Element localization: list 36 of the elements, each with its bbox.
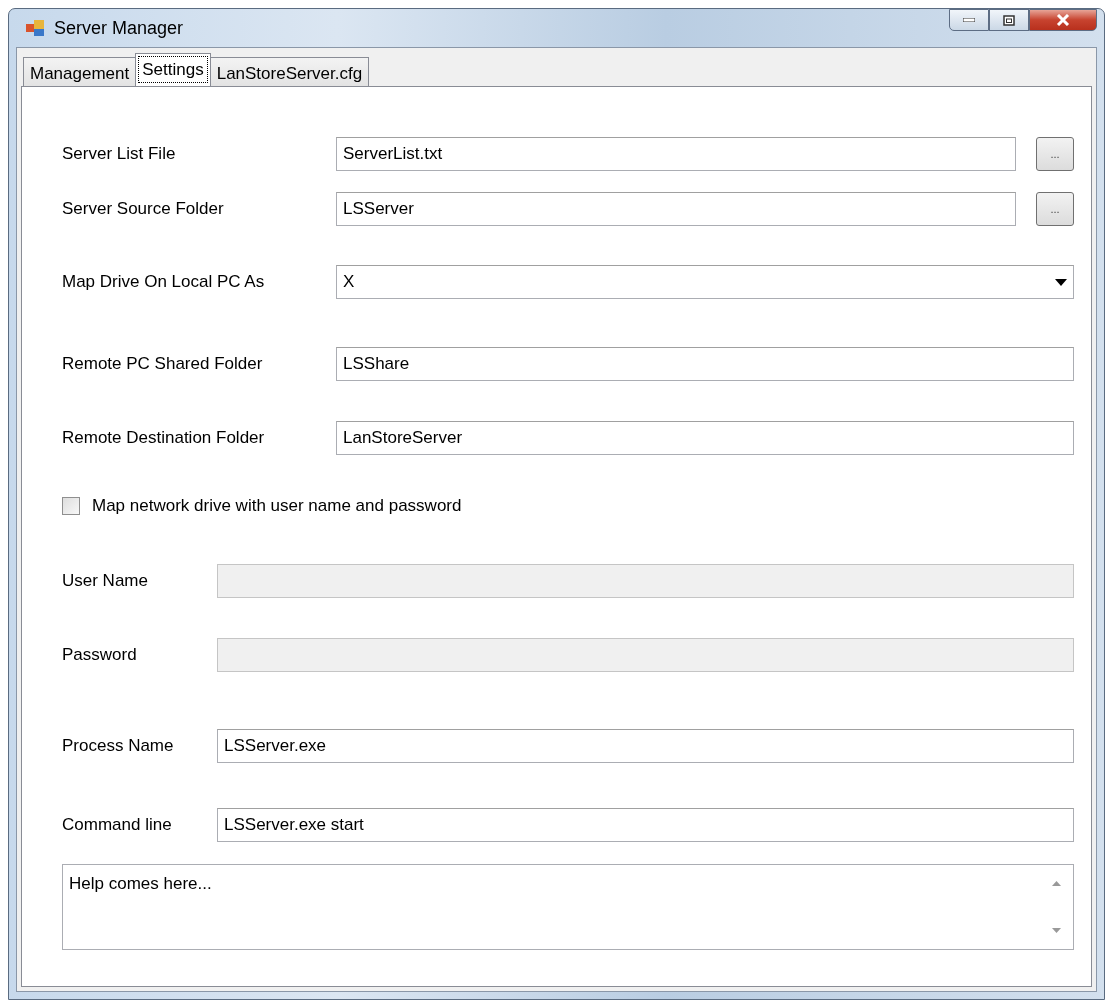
browse-button[interactable]: ... [1036, 137, 1074, 171]
close-icon [1056, 14, 1070, 26]
text-field[interactable]: ServerList.txt [336, 137, 1016, 171]
drive-dropdown[interactable]: X [336, 265, 1074, 299]
field-label: Process Name [62, 735, 175, 758]
minimize-button[interactable] [949, 9, 989, 31]
dropdown-arrow-icon [1055, 278, 1067, 286]
browse-button[interactable]: ... [1036, 192, 1074, 226]
field-label: Map Drive On Local PC As [62, 271, 266, 294]
field-label: Command line [62, 814, 173, 837]
field-label: Remote Destination Folder [62, 427, 266, 450]
checkbox-label[interactable]: Map network drive with user name and password [92, 493, 462, 519]
window-title: Server Manager [54, 16, 184, 40]
tab[interactable]: Management [23, 57, 137, 86]
field-label: Password [62, 644, 138, 667]
checkbox[interactable] [62, 497, 80, 515]
help-text-area[interactable]: Help comes here... [62, 864, 1074, 950]
maximize-icon [1003, 14, 1015, 26]
help-text: Help comes here... [69, 873, 213, 895]
field-label: Remote PC Shared Folder [62, 353, 264, 376]
text-field[interactable]: LanStoreServer [336, 421, 1074, 455]
field-label: User Name [62, 570, 149, 593]
tab[interactable]: LanStoreServer.cfg [209, 57, 370, 86]
field-label: Server Source Folder [62, 198, 225, 221]
field-label: Server List File [62, 143, 177, 166]
text-field[interactable]: LSServer.exe start [217, 808, 1074, 842]
text-field[interactable]: LSServer.exe [217, 729, 1074, 763]
maximize-button[interactable] [989, 9, 1029, 31]
scroll-down-icon[interactable] [1051, 928, 1061, 933]
minimize-icon [963, 18, 975, 22]
text-field[interactable]: LSShare [336, 347, 1074, 381]
close-button[interactable] [1029, 9, 1097, 31]
scroll-up-icon[interactable] [1051, 881, 1061, 886]
text-field[interactable]: LSServer [336, 192, 1016, 226]
app-icon [26, 20, 44, 36]
tab[interactable]: Settings [135, 53, 211, 86]
